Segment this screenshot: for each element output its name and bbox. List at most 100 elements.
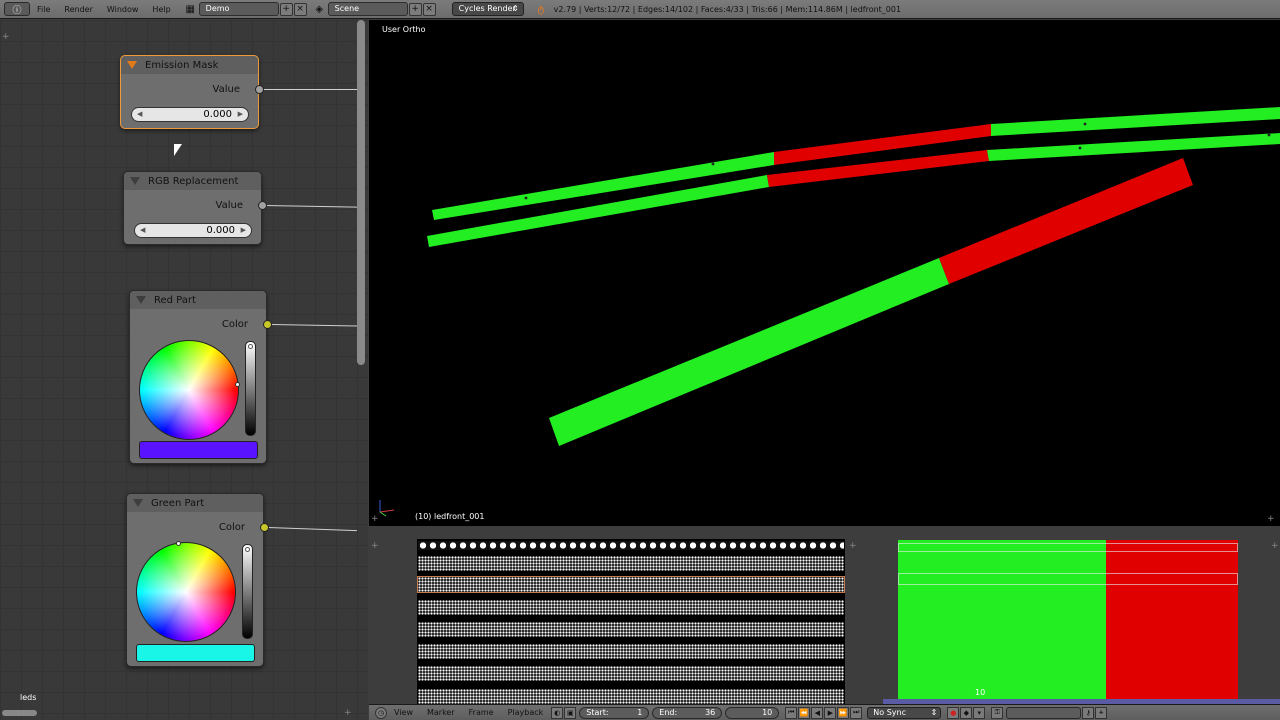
decrement-arrow-icon[interactable]: ◀ [137, 108, 142, 121]
color-output-socket[interactable] [263, 320, 272, 329]
value-field[interactable]: ◀ 0.000 ▶ [134, 223, 252, 238]
menu-file[interactable]: File [30, 5, 57, 14]
collapse-triangle-icon[interactable] [130, 177, 140, 185]
led-strip-green-segment[interactable] [987, 133, 1280, 161]
remove-layout-button[interactable]: × [293, 2, 307, 16]
menu-playback[interactable]: Playback [501, 708, 551, 717]
color-wheel[interactable] [139, 340, 240, 440]
menu-view[interactable]: View [387, 708, 420, 717]
decrement-arrow-icon[interactable]: ◀ [140, 224, 145, 237]
sync-mode-select[interactable]: No Sync [867, 706, 942, 719]
node-header[interactable]: Emission Mask [121, 56, 258, 74]
collapse-triangle-icon[interactable] [127, 61, 137, 69]
add-scene-button[interactable]: + [408, 2, 422, 16]
value-field[interactable]: ◀ 0.000 ▶ [131, 107, 249, 122]
start-frame-field[interactable]: Start: 1 [579, 706, 650, 719]
menu-window[interactable]: Window [100, 5, 146, 14]
led-texture-image[interactable] [417, 539, 845, 704]
scene-field[interactable]: Scene [327, 2, 408, 16]
preview-range-icon[interactable]: ◐ [551, 706, 564, 719]
render-engine-select[interactable]: Cycles Render [451, 2, 524, 16]
vertex-dot [1083, 122, 1087, 126]
lock-range-icon[interactable]: ▣ [564, 706, 577, 719]
timeline-editor-type-icon[interactable]: ◷ [375, 706, 387, 719]
current-frame-field[interactable]: 10 [725, 706, 780, 719]
led-strip-red-segment[interactable] [939, 158, 1193, 284]
jump-keyframe-forward-icon[interactable]: ⏩ [837, 706, 850, 719]
color-swatch[interactable] [139, 441, 258, 459]
screen-layout-icon[interactable]: ▦ [184, 3, 197, 16]
jump-start-icon[interactable]: ⏮ [785, 706, 798, 719]
play-icon[interactable]: ▶ [824, 706, 837, 719]
uv-island[interactable] [898, 543, 1238, 552]
menu-frame[interactable]: Frame [462, 708, 501, 717]
corner-plus-icon[interactable]: + [1271, 541, 1279, 551]
viewport-canvas[interactable] [369, 20, 1280, 526]
keying-set-options-icon[interactable]: ▾ [973, 706, 986, 719]
vertex-dot [711, 162, 715, 166]
color-wheel-cursor[interactable] [235, 382, 240, 387]
corner-plus-icon[interactable]: + [1267, 514, 1275, 524]
jump-keyframe-back-icon[interactable]: ⏪ [798, 706, 811, 719]
record-icon[interactable]: ● [947, 706, 960, 719]
increment-arrow-icon[interactable]: ▶ [241, 224, 246, 237]
scene-icon[interactable]: ◈ [313, 3, 326, 16]
jump-end-icon[interactable]: ⏭ [850, 706, 863, 719]
collapse-triangle-icon[interactable] [136, 296, 146, 304]
node-emission-mask[interactable]: Emission Mask Value ◀ 0.000 ▶ [120, 55, 264, 129]
color-wheel[interactable] [136, 541, 236, 642]
collapse-triangle-icon[interactable] [133, 499, 143, 507]
node-header[interactable]: Green Part [127, 494, 263, 512]
insert-keyframe-icon[interactable]: ⚷ [1082, 706, 1095, 719]
node-rgb-replacement[interactable]: RGB Replacement Value ◀ 0.000 ▶ [123, 171, 267, 245]
3d-viewport[interactable]: User Ortho (10) ledfront_001 + + [369, 20, 1280, 526]
play-reverse-icon[interactable]: ◀ [811, 706, 824, 719]
uv-preview-image[interactable] [898, 540, 1238, 704]
node-editor-vscrollbar[interactable] [357, 20, 365, 365]
brightness-knob[interactable] [248, 344, 253, 349]
keying-set-icon[interactable]: ◆ [960, 706, 973, 719]
output-label: Value [215, 200, 243, 211]
menu-render[interactable]: Render [57, 5, 99, 14]
increment-arrow-icon[interactable]: ▶ [238, 108, 243, 121]
node-red-part[interactable]: Red Part Color [129, 290, 272, 464]
node-editor[interactable]: + Emission Mask Value ◀ 0.000 ▶ RGB Replac… [0, 20, 368, 720]
remove-scene-button[interactable]: × [422, 2, 436, 16]
color-swatch[interactable] [136, 644, 255, 662]
output-socket[interactable] [258, 201, 267, 210]
uv-island[interactable] [898, 573, 1238, 585]
keying-set-field[interactable] [1006, 706, 1082, 719]
brightness-slider[interactable] [242, 544, 253, 639]
led-strip-green-segment[interactable] [549, 258, 949, 446]
led-strip-green-segment[interactable] [991, 107, 1280, 136]
corner-plus-icon[interactable]: + [2, 32, 10, 42]
brightness-slider[interactable] [245, 341, 256, 436]
node-editor-hscrollbar[interactable] [2, 710, 37, 716]
corner-plus-icon[interactable]: + [371, 514, 379, 524]
editor-type-info-button[interactable]: ⓘ [4, 2, 30, 16]
keying-set-icon-2[interactable]: ⚿ [991, 706, 1004, 719]
add-layout-button[interactable]: + [279, 2, 293, 16]
end-frame-field[interactable]: End: 36 [652, 706, 723, 719]
image-editor-texture[interactable]: + [369, 527, 846, 704]
led-row [418, 644, 844, 659]
led-row [418, 666, 844, 681]
color-wheel-cursor[interactable] [176, 541, 181, 546]
brightness-knob[interactable] [245, 547, 250, 552]
menu-help[interactable]: Help [145, 5, 177, 14]
blender-logo-icon: ტ [537, 3, 545, 15]
delete-keyframe-icon[interactable]: ⚹ [1095, 706, 1108, 719]
output-socket[interactable] [255, 85, 264, 94]
screen-layout-field[interactable]: Demo [198, 2, 279, 16]
output-label: Value [212, 84, 240, 95]
uv-image-editor[interactable]: + + 10 [847, 527, 1280, 704]
menu-marker[interactable]: Marker [420, 708, 462, 717]
corner-plus-icon[interactable]: + [371, 541, 379, 551]
node-green-part[interactable]: Green Part Color [126, 493, 269, 667]
corner-plus-icon[interactable]: + [849, 541, 857, 551]
corner-plus-icon[interactable]: + [344, 708, 352, 718]
end-value: 36 [705, 708, 716, 717]
color-output-socket[interactable] [260, 523, 269, 532]
node-header[interactable]: RGB Replacement [124, 172, 261, 190]
node-header[interactable]: Red Part [130, 291, 266, 309]
